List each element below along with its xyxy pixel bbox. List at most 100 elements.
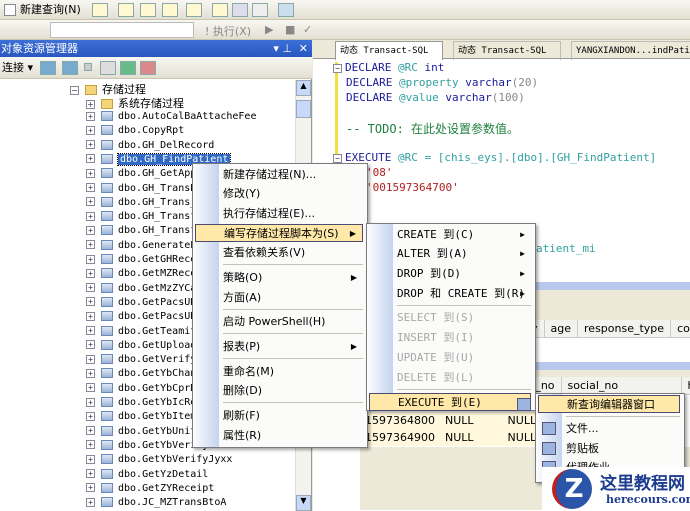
xmla-query-icon[interactable] (162, 3, 178, 17)
tree-item-stored-procedure[interactable]: + dbo.GetTeamite (86, 325, 202, 339)
menu-item[interactable]: 剪贴板 (542, 440, 680, 458)
menu-item[interactable]: SELECT 到(S) (395, 309, 531, 327)
expand-icon[interactable]: + (86, 268, 95, 278)
menu-item[interactable]: 执行存储过程(E)... (221, 205, 363, 223)
expand-icon[interactable]: + (86, 197, 95, 207)
code-line-2[interactable]: DECLARE @property varchar(20) (346, 76, 538, 89)
expand-icon[interactable]: + (86, 383, 95, 393)
expand-icon[interactable]: + (86, 225, 95, 235)
disconnect-icon[interactable] (62, 61, 78, 75)
code-param-2[interactable]: '001597364700' (366, 181, 459, 194)
parse-icon[interactable]: ✓ (303, 23, 312, 36)
tree-item-stored-procedure[interactable]: + dbo.GetYbUnitM (86, 425, 202, 439)
expand-icon[interactable]: + (86, 297, 95, 307)
tree-item-stored-procedure[interactable]: + dbo.GH_Transfe (86, 224, 202, 238)
menu-item[interactable]: CREATE 到(C) ▶ (395, 226, 531, 244)
debug-icon[interactable]: ▶ (265, 23, 273, 36)
code-comment[interactable]: -- TODO: 在此处设置参数值。 (346, 120, 519, 137)
menu-item[interactable]: 重命名(M) (221, 363, 363, 381)
menu-item[interactable]: 方面(A) (221, 289, 363, 307)
mdx-query-icon[interactable] (118, 3, 134, 17)
tree-item-stored-procedure[interactable]: + dbo.GH_Trans_m (86, 196, 202, 210)
summary-icon[interactable] (140, 61, 156, 75)
connect-button[interactable]: 连接 ▾ (0, 61, 33, 74)
tree-item-stored-procedure[interactable]: + dbo.GetYbVerifyJyxx (86, 453, 232, 467)
menu-item[interactable]: INSERT 到(I) (395, 329, 531, 347)
code-line-execute[interactable]: − EXECUTE @RC = [chis_eys].[dbo].[GH_Find… (333, 151, 656, 164)
menu-item[interactable]: 策略(O) ▶ (221, 269, 363, 287)
menu-item[interactable]: ALTER 到(A) ▶ (395, 245, 531, 263)
tab-yangxiandon[interactable]: YANGXIANDON...indPati (571, 41, 690, 60)
expand-icon[interactable]: + (86, 240, 95, 250)
tree-item-stored-procedure[interactable]: + dbo.GetMzZYCar (86, 282, 202, 296)
open-icon[interactable] (212, 3, 228, 17)
tree-item-stored-procedure[interactable]: + dbo.GH_DelRecord (86, 139, 214, 153)
connect-icon[interactable] (40, 61, 56, 75)
expand-icon[interactable]: + (86, 340, 95, 350)
scroll-thumb[interactable] (296, 100, 311, 118)
pin-icon[interactable]: ▾ ⊥ (273, 40, 292, 57)
tree-item-stored-procedure[interactable]: + dbo.GetGHRecei (86, 253, 202, 267)
tree-item-stored-procedure[interactable]: + dbo.GetPacsURL (86, 296, 202, 310)
stop-icon[interactable] (84, 63, 92, 71)
code-line-3[interactable]: DECLARE @value varchar(100) (346, 91, 525, 104)
stop-icon[interactable]: ■ (285, 23, 295, 36)
close-icon[interactable]: ✕ (299, 40, 308, 57)
tree-item-stored-procedure[interactable]: + dbo.GH_Transfe (86, 210, 202, 224)
tree-item-stored-procedure[interactable]: + dbo.GH_TransBC (86, 182, 202, 196)
menu-item[interactable]: 编写存储过程脚本为(S) ▶ (195, 224, 363, 242)
tab-dynamic-sql-1[interactable]: 动态 Transact-SQL (335, 41, 444, 60)
expand-icon[interactable]: + (86, 183, 95, 192)
expand-icon[interactable]: + (86, 354, 95, 364)
tree-item-stored-procedure[interactable]: + dbo.GetZYReceipt (86, 482, 214, 496)
menu-item[interactable]: 新查询编辑器窗口 (517, 395, 680, 413)
menu-item[interactable]: DROP 和 CREATE 到(R) ▶ (395, 285, 531, 303)
expand-icon[interactable]: + (86, 111, 95, 121)
tree-item-stored-procedure[interactable]: + dbo.GetPacsURL (86, 310, 202, 324)
expand-icon[interactable]: + (86, 125, 95, 135)
tree-item-stored-procedure[interactable]: + dbo.GetUploadD (86, 339, 202, 353)
menu-item[interactable]: 查看依赖关系(V) (221, 244, 363, 262)
sqlce-query-icon[interactable] (186, 3, 202, 17)
tree-item-stored-procedure[interactable]: + dbo.GetVerifyT (86, 353, 202, 367)
expand-icon[interactable]: + (86, 140, 95, 150)
menu-item[interactable]: 新建存储过程(N)... (221, 166, 363, 184)
tree-folder-system-procedures[interactable]: + 系统存储过程 (86, 97, 184, 111)
activity-monitor-icon[interactable] (278, 3, 294, 17)
tree-item-stored-procedure[interactable]: + dbo.GetYbItemI (86, 410, 202, 424)
code-line-1[interactable]: − DECLARE @RC int (333, 61, 444, 74)
expand-icon[interactable]: + (86, 454, 95, 464)
menu-item[interactable]: 启动 PowerShell(H) (221, 313, 363, 331)
expand-icon[interactable]: + (86, 440, 95, 450)
expand-icon[interactable]: + (86, 211, 95, 221)
collapse-icon[interactable]: − (333, 153, 342, 163)
grid-2-row[interactable]: 1597364800 NULL NULL (365, 412, 536, 429)
expand-icon[interactable]: + (86, 426, 95, 436)
expand-icon[interactable]: + (86, 311, 95, 321)
code-param-3[interactable]: atient_mi (536, 242, 596, 255)
tree-item-stored-procedure[interactable]: + dbo.GetMZRecei (86, 267, 202, 281)
expand-icon[interactable]: + (86, 411, 95, 421)
tree-item-stored-procedure[interactable]: + dbo.JC_MZTransBtoA (86, 496, 226, 510)
grid-2-row[interactable]: 1597364900 NULL NULL (365, 429, 536, 446)
execute-button[interactable]: ! 执行(X) (205, 23, 251, 39)
scroll-up-button[interactable]: ▲ (296, 80, 311, 96)
tree-item-stored-procedure[interactable]: + dbo.GetYbChang (86, 367, 202, 381)
expand-icon[interactable]: + (86, 154, 95, 164)
tree-item-stored-procedure[interactable]: + dbo.GH_GetAppo (86, 167, 202, 181)
code-param-1[interactable]: '08' (366, 166, 393, 179)
menu-item[interactable]: 文件... (542, 420, 680, 438)
tab-dynamic-sql-2[interactable]: 动态 Transact-SQL (453, 41, 562, 60)
refresh-icon[interactable] (120, 61, 136, 75)
tree-item-stored-procedure[interactable]: + dbo.GetYbIcReg (86, 396, 202, 410)
tree-item-stored-procedure[interactable]: + dbo.GetYzDetail (86, 468, 208, 482)
save-icon[interactable] (232, 3, 248, 17)
expand-icon[interactable]: + (86, 99, 95, 109)
dmx-query-icon[interactable] (140, 3, 156, 17)
menu-item[interactable]: 删除(D) (221, 382, 363, 400)
tree-item-stored-procedure[interactable]: + dbo.GetYbCprDi (86, 382, 202, 396)
expand-icon[interactable]: + (86, 483, 95, 493)
expand-icon[interactable]: + (86, 254, 95, 264)
expand-icon[interactable]: + (86, 283, 95, 293)
menu-item[interactable]: 属性(R) (221, 427, 363, 445)
